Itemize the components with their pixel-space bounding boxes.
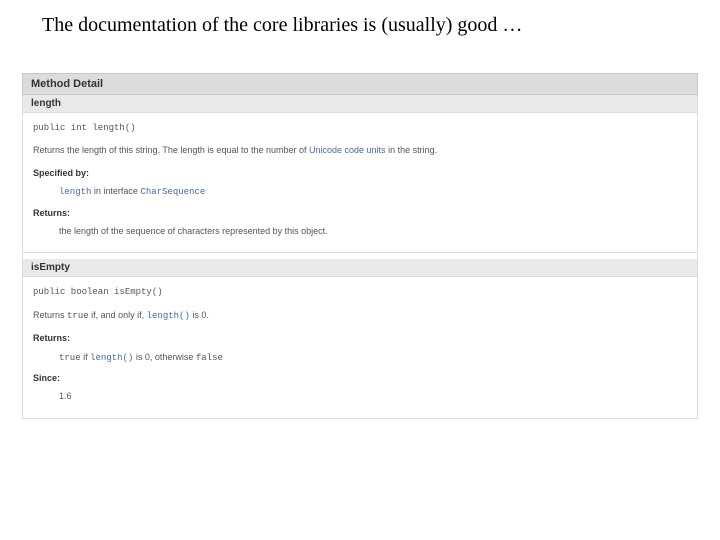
specified-mid: in interface — [91, 186, 140, 196]
since-label: Since: — [33, 371, 687, 385]
method-name-length: length — [23, 95, 697, 113]
desc-link[interactable]: Unicode code units — [309, 145, 386, 155]
desc-text-post: in the string. — [386, 145, 438, 155]
desc-mid: if, and only if, — [89, 310, 147, 320]
method-body-isempty: public boolean isEmpty() Returns true if… — [23, 277, 697, 417]
slide-title: The documentation of the core libraries … — [0, 0, 720, 37]
method-name-isempty: isEmpty — [23, 259, 697, 277]
returns-text: true if length() is 0, otherwise false — [33, 350, 687, 365]
returns-code: true — [59, 353, 81, 363]
returns-mid2: is 0, otherwise — [133, 352, 196, 362]
method-body-length: public int length() Returns the length o… — [23, 113, 697, 252]
method-block-isempty: isEmpty public boolean isEmpty() Returns… — [22, 259, 698, 418]
returns-code2: false — [196, 353, 223, 363]
since-text: 1.6 — [33, 389, 687, 403]
method-description: Returns the length of this string. The l… — [33, 143, 687, 157]
method-signature: public boolean isEmpty() — [33, 285, 687, 299]
returns-link[interactable]: length() — [90, 353, 133, 363]
specified-interface-link[interactable]: CharSequence — [140, 187, 205, 197]
returns-mid1: if — [81, 352, 91, 362]
specified-by-text: length in interface CharSequence — [33, 184, 687, 199]
specified-by-label: Specified by: — [33, 166, 687, 180]
method-detail-header: Method Detail — [22, 73, 698, 95]
returns-label: Returns: — [33, 206, 687, 220]
returns-text: the length of the sequence of characters… — [33, 224, 687, 238]
returns-label: Returns: — [33, 331, 687, 345]
desc-link[interactable]: length() — [147, 311, 190, 321]
desc-text: Returns the length of this string. The l… — [33, 145, 309, 155]
javadoc-panel: Method Detail length public int length()… — [22, 73, 698, 419]
desc-pre: Returns — [33, 310, 67, 320]
method-block-length: length public int length() Returns the l… — [22, 95, 698, 253]
method-signature: public int length() — [33, 121, 687, 135]
desc-post: is 0. — [190, 310, 209, 320]
desc-code: true — [67, 311, 89, 321]
specified-method-link[interactable]: length — [59, 187, 91, 197]
method-description: Returns true if, and only if, length() i… — [33, 308, 687, 323]
